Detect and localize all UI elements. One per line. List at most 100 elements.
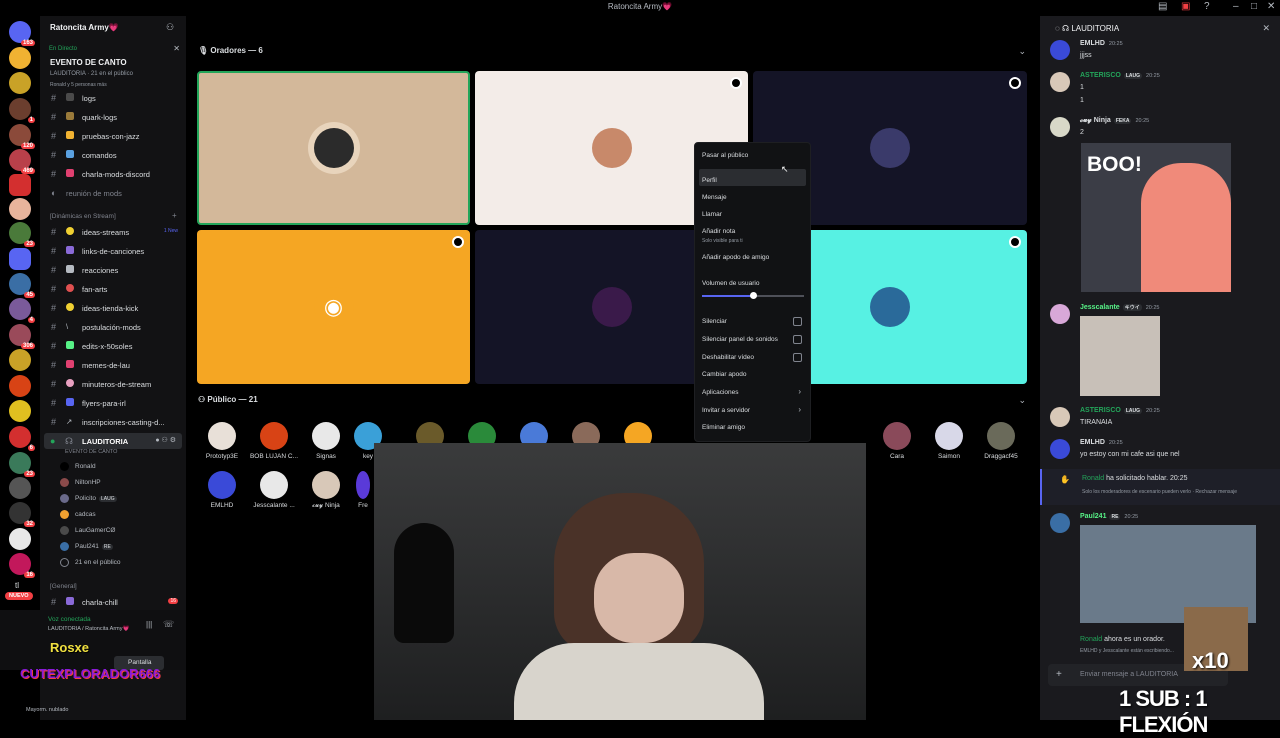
minimize-icon[interactable]: – xyxy=(1233,1,1239,12)
channel-item[interactable]: # charla-chill 16 xyxy=(40,594,186,610)
menu-item-message[interactable]: Mensaje xyxy=(702,194,727,201)
category-header[interactable]: [General] xyxy=(50,583,77,590)
server-icon[interactable] xyxy=(9,477,31,499)
screen-share-icon[interactable]: ▣ xyxy=(1181,1,1190,12)
server-icon[interactable]: 23 xyxy=(9,452,35,477)
voice-user[interactable]: Paul241 RE xyxy=(60,542,113,551)
chevron-down-icon[interactable]: ⌄ xyxy=(1018,46,1026,57)
server-icon[interactable] xyxy=(9,198,31,220)
server-icon[interactable] xyxy=(9,174,31,196)
voice-user[interactable]: cadcas xyxy=(60,510,96,519)
voice-user[interactable]: Ronald xyxy=(60,462,96,471)
disconnect-icon[interactable]: ☏ xyxy=(163,619,174,630)
server-icon[interactable]: 6 xyxy=(9,426,35,451)
volume-slider-handle[interactable] xyxy=(750,292,757,299)
server-icon[interactable]: 306 xyxy=(9,324,35,349)
patrick-gif-image[interactable]: BOO! xyxy=(1081,143,1231,292)
chevron-down-icon[interactable]: ⌄ xyxy=(1018,395,1026,406)
server-icon[interactable] xyxy=(9,47,31,69)
channel-item[interactable]: # quark-logs xyxy=(40,109,186,125)
audience-member[interactable]: BOB LUJAN C... xyxy=(249,422,299,460)
server-icon[interactable]: 23 xyxy=(9,222,35,247)
menu-item-invite[interactable]: Invitar a servidor xyxy=(702,407,750,414)
audience-member[interactable]: Fre xyxy=(353,471,373,509)
server-icon[interactable] xyxy=(9,72,31,94)
close-icon[interactable]: ✕ xyxy=(1262,23,1270,34)
server-icon[interactable] xyxy=(9,400,31,422)
server-icon[interactable]: 32 xyxy=(9,502,35,527)
server-icon-active[interactable] xyxy=(9,248,31,270)
channel-item[interactable]: # ideas-streams 1 New xyxy=(40,224,186,240)
menu-item-add-note[interactable]: Añadir nota xyxy=(702,228,735,235)
close-icon[interactable]: ✕ xyxy=(173,44,180,53)
maximize-icon[interactable]: □ xyxy=(1251,1,1257,12)
channel-item[interactable]: # comandos xyxy=(40,147,186,163)
channel-item[interactable]: # fan-arts xyxy=(40,281,186,297)
server-icon[interactable]: 120 xyxy=(9,124,35,149)
server-icon[interactable]: 16 xyxy=(9,553,35,578)
add-channel-icon[interactable]: + xyxy=(172,211,177,220)
stage-controls-icon[interactable]: ● ⚇ ⚙ xyxy=(155,436,176,444)
server-name[interactable]: Ratoncita Army💗 xyxy=(50,23,119,32)
audience-member[interactable]: Prototyp3E xyxy=(197,422,247,460)
menu-item-remove-friend[interactable]: Eliminar amigo xyxy=(702,424,745,431)
server-icon[interactable]: 1 xyxy=(9,98,35,123)
category-header[interactable]: [Dinámicas en Stream] xyxy=(50,213,116,220)
checkbox[interactable] xyxy=(793,317,802,326)
channel-item[interactable]: # ↗ inscripciones-casting-d... xyxy=(40,414,186,430)
volume-slider[interactable] xyxy=(702,292,804,299)
menu-item-mute[interactable]: Silenciar xyxy=(702,318,727,325)
audience-member[interactable]: Jesscalante ... xyxy=(249,471,299,509)
voice-user[interactable]: LauGamerCØ xyxy=(60,526,115,535)
inbox-icon[interactable]: ▤ xyxy=(1158,1,1167,12)
voice-channel-item[interactable]: ◐ reunión de mods xyxy=(40,185,186,201)
menu-item-change-nickname[interactable]: Cambiar apodo xyxy=(702,371,746,378)
audience-member[interactable]: EMLHD xyxy=(197,471,247,509)
voice-user[interactable]: Policito LAUG xyxy=(60,494,117,503)
stage-channel-item[interactable]: ● ☊ LAUDITORIA ● ⚇ ⚙ xyxy=(44,433,182,449)
menu-item-profile[interactable]: Perfil xyxy=(702,177,717,184)
folder-icon[interactable]: tl xyxy=(15,581,19,590)
server-icon[interactable] xyxy=(9,375,31,397)
channel-item[interactable]: # flyers-para-irl xyxy=(40,395,186,411)
channel-item[interactable]: # logs xyxy=(40,90,186,106)
channel-item[interactable]: # ideas-tienda-kick xyxy=(40,300,186,316)
channel-item[interactable]: # \ postulación-mods xyxy=(40,319,186,335)
menu-item-disable-video[interactable]: Deshabilitar vídeo xyxy=(702,354,754,361)
add-member-icon[interactable]: ⚇ xyxy=(166,22,174,33)
audience-count[interactable]: 21 en el público xyxy=(60,558,121,567)
close-window-icon[interactable]: ✕ xyxy=(1267,1,1275,12)
server-icon[interactable] xyxy=(9,349,31,371)
menu-item-mute-soundboard[interactable]: Silenciar panel de sonidos xyxy=(702,336,778,343)
menu-item-call[interactable]: Llamar xyxy=(702,211,722,218)
menu-item-apps[interactable]: Aplicaciones xyxy=(702,389,739,396)
channel-item[interactable]: # pruebas-con-jazz xyxy=(40,128,186,144)
speaker-tile[interactable] xyxy=(197,71,470,225)
audience-member[interactable]: Signas xyxy=(301,422,351,460)
dm-home-icon[interactable]: 163 xyxy=(9,21,35,46)
cat-gif-image[interactable] xyxy=(1080,316,1160,396)
channel-item[interactable]: # reacciones xyxy=(40,262,186,278)
menu-item-move-to-audience[interactable]: Pasar al público xyxy=(702,152,748,159)
voice-user[interactable]: NiltonHP xyxy=(60,478,101,487)
server-icon[interactable] xyxy=(9,528,31,550)
help-icon[interactable]: ? xyxy=(1204,1,1210,12)
menu-item-add-nickname[interactable]: Añadir apodo de amigo xyxy=(702,254,769,261)
channel-item[interactable]: # memes-de-lau xyxy=(40,357,186,373)
audience-member[interactable]: 𝓬𝓾𝔂 Ninja xyxy=(301,471,351,510)
server-icon[interactable]: 45 xyxy=(9,273,35,298)
channel-item[interactable]: # charla-mods-discord xyxy=(40,166,186,182)
voice-channel-name[interactable]: LAUDITORIA / Ratoncita Army💗 xyxy=(48,626,129,632)
audience-member[interactable]: Cara xyxy=(872,422,922,460)
server-icon[interactable]: 4 xyxy=(9,298,35,323)
audience-member[interactable]: Draggacf45 xyxy=(976,422,1026,460)
channel-item[interactable]: # minuteros-de-stream xyxy=(40,376,186,392)
speaker-tile[interactable]: ◉ xyxy=(197,230,470,384)
audience-member[interactable]: Saimon xyxy=(924,422,974,460)
noise-suppression-icon[interactable]: ||| xyxy=(146,620,152,629)
channel-item[interactable]: # links-de-canciones xyxy=(40,243,186,259)
channel-item[interactable]: # edits-x-50soles xyxy=(40,338,186,354)
server-icon[interactable]: 469 xyxy=(9,149,35,174)
checkbox[interactable] xyxy=(793,335,802,344)
checkbox[interactable] xyxy=(793,353,802,362)
